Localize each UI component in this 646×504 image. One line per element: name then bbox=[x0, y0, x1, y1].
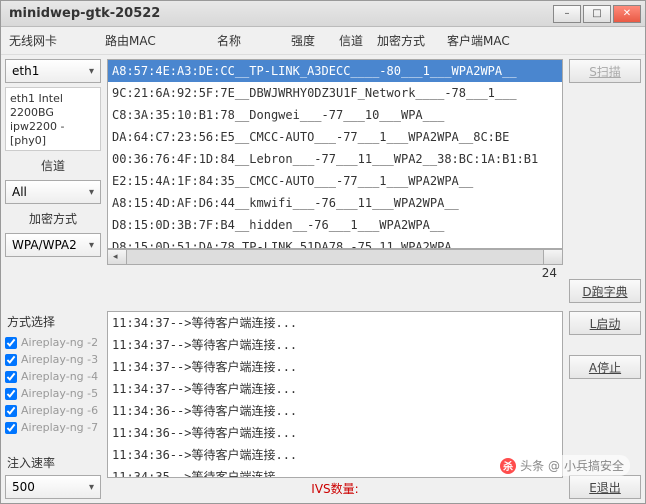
log-row: 11:34:37-->等待客户端连接... bbox=[108, 334, 562, 356]
log-row: 11:34:36-->等待客户端连接... bbox=[108, 422, 562, 444]
header-enc: 加密方式 bbox=[377, 32, 447, 49]
scroll-left-icon: ◂ bbox=[113, 252, 118, 262]
header-mac: 路由MAC bbox=[105, 32, 217, 49]
network-row[interactable]: A8:15:4D:AF:D6:44__kmwifi___-76___11___W… bbox=[108, 192, 562, 214]
stop-button[interactable]: A停止 bbox=[569, 355, 641, 379]
header-signal: 强度 bbox=[291, 32, 339, 49]
horizontal-scrollbar[interactable]: ◂ ▸ bbox=[107, 249, 563, 265]
method-label: 方式选择 bbox=[5, 311, 101, 334]
method-checkbox[interactable] bbox=[5, 371, 17, 383]
method-checkbox[interactable] bbox=[5, 337, 17, 349]
network-row[interactable]: D8:15:0D:3B:7F:B4__hidden__-76___1___WPA… bbox=[108, 214, 562, 236]
header-clientmac: 客户端MAC bbox=[447, 32, 510, 49]
method-checkbox[interactable] bbox=[5, 388, 17, 400]
method-checkbox-label: Aireplay-ng -3 bbox=[21, 353, 98, 366]
column-headers: 无线网卡 路由MAC 名称 强度 信道 加密方式 客户端MAC bbox=[1, 27, 645, 55]
encryption-label: 加密方式 bbox=[5, 208, 101, 229]
method-checkbox-label: Aireplay-ng -4 bbox=[21, 370, 98, 383]
network-row[interactable]: C8:3A:35:10:B1:78__Dongwei___-77___10___… bbox=[108, 104, 562, 126]
network-row[interactable]: 9C:21:6A:92:5F:7E__DBWJWRHY0DZ3U1F_Netwo… bbox=[108, 82, 562, 104]
method-checkbox-label: Aireplay-ng -5 bbox=[21, 387, 98, 400]
scan-button[interactable]: S扫描 bbox=[569, 59, 641, 83]
method-checkbox-row[interactable]: Aireplay-ng -6 bbox=[5, 402, 101, 419]
header-wlan: 无线网卡 bbox=[9, 32, 105, 49]
method-checkbox-row[interactable]: Aireplay-ng -4 bbox=[5, 368, 101, 385]
inject-label: 注入速率 bbox=[5, 452, 101, 475]
log-list[interactable]: 11:34:37-->等待客户端连接...11:34:37-->等待客户端连接.… bbox=[107, 311, 563, 478]
interface-value: eth1 bbox=[12, 64, 39, 78]
log-row: 11:34:37-->等待客户端连接... bbox=[108, 378, 562, 400]
channel-label: 信道 bbox=[5, 155, 101, 176]
method-checkbox[interactable] bbox=[5, 354, 17, 366]
launch-button[interactable]: L启动 bbox=[569, 311, 641, 335]
watermark-prefix: 头条 @ bbox=[520, 457, 560, 474]
encryption-value: WPA/WPA2 bbox=[12, 238, 77, 252]
network-row[interactable]: E2:15:4A:1F:84:35__CMCC-AUTO___-77___1__… bbox=[108, 170, 562, 192]
exit-button[interactable]: E退出 bbox=[569, 475, 641, 499]
watermark: 杀 头条 @ 小兵搞安全 bbox=[494, 455, 630, 476]
log-row: 11:34:37-->等待客户端连接... bbox=[108, 312, 562, 334]
inject-rate-value: 500 bbox=[12, 480, 35, 494]
watermark-text: 小兵搞安全 bbox=[564, 457, 624, 474]
network-list[interactable]: A8:57:4E:A3:DE:CC__TP-LINK_A3DECC____-80… bbox=[107, 59, 563, 249]
method-checkbox[interactable] bbox=[5, 405, 17, 417]
inject-rate-select[interactable]: 500 bbox=[5, 475, 101, 499]
network-row[interactable]: 00:36:76:4F:1D:84__Lebron___-77___11___W… bbox=[108, 148, 562, 170]
channel-select[interactable]: All bbox=[5, 180, 101, 204]
interface-info: eth1 Intel 2200BG ipw2200 - [phy0] bbox=[5, 87, 101, 151]
method-checkbox-label: Aireplay-ng -7 bbox=[21, 421, 98, 434]
ivs-count-label: IVS数量: bbox=[107, 478, 563, 499]
scroll-right-icon: ▸ bbox=[552, 252, 557, 262]
network-count: 24 bbox=[107, 265, 563, 283]
close-button[interactable]: ✕ bbox=[613, 5, 641, 23]
titlebar: minidwep-gtk-20522 – □ ✕ bbox=[1, 1, 645, 27]
interface-select[interactable]: eth1 bbox=[5, 59, 101, 83]
header-channel: 信道 bbox=[339, 32, 377, 49]
log-row: 11:34:37-->等待客户端连接... bbox=[108, 356, 562, 378]
window-title: minidwep-gtk-20522 bbox=[5, 6, 553, 21]
method-checkbox[interactable] bbox=[5, 422, 17, 434]
channel-value: All bbox=[12, 185, 27, 199]
method-checkbox-row[interactable]: Aireplay-ng -5 bbox=[5, 385, 101, 402]
log-row: 11:34:36-->等待客户端连接... bbox=[108, 400, 562, 422]
method-checkbox-label: Aireplay-ng -2 bbox=[21, 336, 98, 349]
watermark-icon: 杀 bbox=[500, 458, 516, 474]
network-row[interactable]: A8:57:4E:A3:DE:CC__TP-LINK_A3DECC____-80… bbox=[108, 60, 562, 82]
method-checkbox-row[interactable]: Aireplay-ng -2 bbox=[5, 334, 101, 351]
header-name: 名称 bbox=[217, 32, 291, 49]
network-row[interactable]: D8:15:0D:51:DA:78 TP-LINK_51DA78 -75 11 … bbox=[108, 236, 562, 249]
network-row[interactable]: DA:64:C7:23:56:E5__CMCC-AUTO___-77___1__… bbox=[108, 126, 562, 148]
encryption-select[interactable]: WPA/WPA2 bbox=[5, 233, 101, 257]
method-checkbox-row[interactable]: Aireplay-ng -7 bbox=[5, 419, 101, 436]
dictionary-button[interactable]: D跑字典 bbox=[569, 279, 641, 303]
maximize-button[interactable]: □ bbox=[583, 5, 611, 23]
method-checkbox-label: Aireplay-ng -6 bbox=[21, 404, 98, 417]
method-checkbox-row[interactable]: Aireplay-ng -3 bbox=[5, 351, 101, 368]
minimize-button[interactable]: – bbox=[553, 5, 581, 23]
